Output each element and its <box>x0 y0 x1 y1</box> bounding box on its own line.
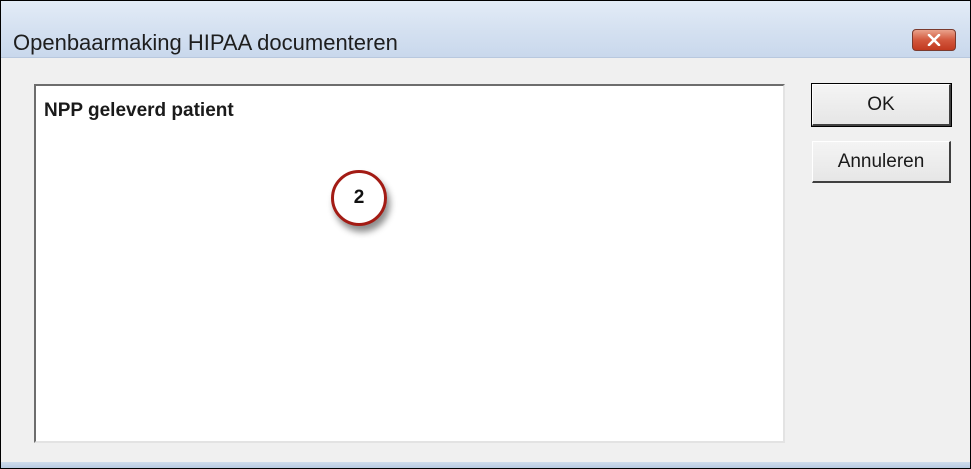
disclosure-text-field[interactable]: NPP geleverd patient <box>34 84 785 443</box>
title-bar[interactable]: Openbaarmaking HIPAA documenteren <box>1 1 970 58</box>
window-title: Openbaarmaking HIPAA documenteren <box>13 30 398 55</box>
disclosure-text-value: NPP geleverd patient <box>44 100 234 121</box>
ok-button[interactable]: OK <box>811 83 952 127</box>
step-marker-badge: 2 <box>331 170 387 226</box>
close-button[interactable] <box>912 29 956 51</box>
step-marker-number: 2 <box>353 187 365 208</box>
cancel-button[interactable]: Annuleren <box>812 141 951 183</box>
close-x-icon <box>927 34 941 46</box>
dialog-window: Openbaarmaking HIPAA documenteren NPP ge… <box>0 0 971 469</box>
window-bottom-border <box>1 462 970 468</box>
